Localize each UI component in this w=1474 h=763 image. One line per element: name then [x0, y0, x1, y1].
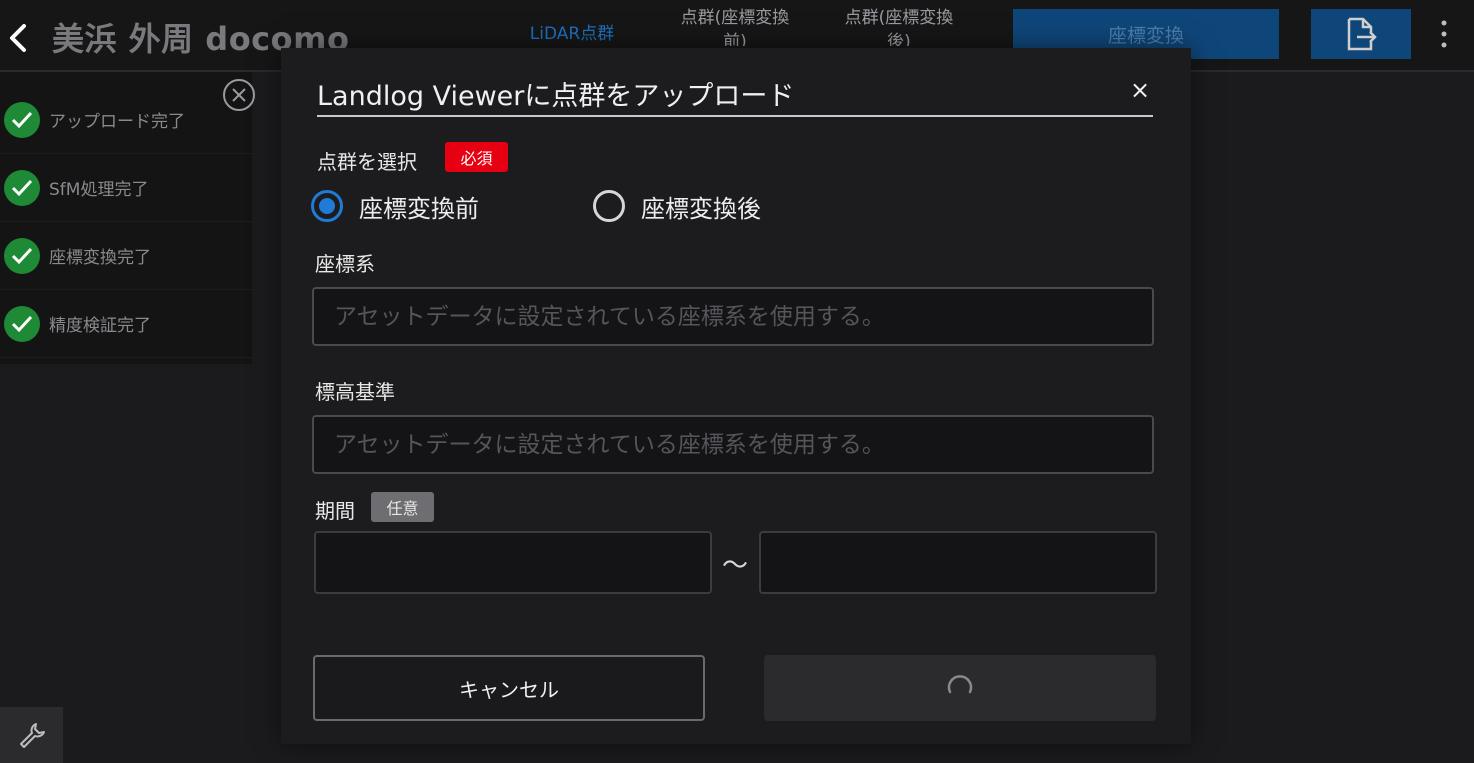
- crs-label: 座標系: [315, 252, 375, 276]
- check-circle-icon: [4, 237, 40, 274]
- tab-pointcloud-before[interactable]: 点群(座標変換前): [672, 6, 798, 46]
- required-badge: 必須: [445, 142, 508, 172]
- tools-button[interactable]: [0, 707, 63, 763]
- radio-selected-icon: [311, 190, 343, 222]
- pointcloud-select-label: 点群を選択: [317, 150, 417, 174]
- more-menu-button[interactable]: [1432, 16, 1456, 52]
- check-circle-icon: [4, 169, 40, 206]
- cancel-button[interactable]: キャンセル: [313, 655, 705, 721]
- status-item-sfm: SfM処理完了: [0, 154, 252, 222]
- period-end-input[interactable]: [759, 531, 1157, 594]
- status-label: アップロード完了: [49, 112, 185, 132]
- upload-dialog: Landlog Viewerに点群をアップロード × 点群を選択 必須 座標変換…: [281, 48, 1191, 744]
- period-separator: ～: [722, 551, 749, 581]
- status-item-coordinate: 座標変換完了: [0, 222, 252, 290]
- status-label: SfM処理完了: [49, 180, 149, 200]
- title-divider: [317, 115, 1153, 117]
- radio-unselected-icon: [593, 190, 625, 222]
- dialog-close-button[interactable]: ×: [1129, 78, 1151, 102]
- radio-before-conversion[interactable]: 座標変換前: [311, 188, 479, 224]
- check-circle-icon: [4, 305, 40, 342]
- dialog-title: Landlog Viewerに点群をアップロード: [317, 81, 795, 112]
- crs-input[interactable]: [312, 287, 1154, 346]
- coordinate-convert-label: 座標変換: [1107, 24, 1184, 47]
- upload-submit-button: [764, 655, 1156, 721]
- status-item-accuracy: 精度検証完了: [0, 290, 252, 358]
- wrench-icon: [19, 723, 45, 748]
- app-root: 美浜 外周 docomo LiDAR点群 点群(座標変換前) 点群(座標変換後)…: [0, 0, 1474, 763]
- radio-after-conversion[interactable]: 座標変換後: [593, 188, 761, 224]
- status-label: 精度検証完了: [49, 316, 151, 336]
- height-reference-label: 標高基準: [315, 380, 395, 404]
- tab-pointcloud-after[interactable]: 点群(座標変換後): [836, 6, 962, 46]
- status-item-upload: アップロード完了: [0, 86, 252, 154]
- height-reference-input[interactable]: [312, 415, 1154, 474]
- check-circle-icon: [4, 101, 40, 138]
- radio-before-label: 座標変換前: [359, 194, 479, 223]
- loading-spinner-icon: [947, 675, 973, 694]
- radio-after-label: 座標変換後: [641, 194, 761, 223]
- export-button[interactable]: [1311, 9, 1411, 59]
- back-button[interactable]: [4, 20, 30, 56]
- status-label: 座標変換完了: [49, 248, 151, 268]
- period-start-input[interactable]: [314, 531, 712, 594]
- kebab-menu-icon: [1441, 20, 1447, 48]
- processing-status-panel: アップロード完了 SfM処理完了 座標変換完了 精度検証完了: [0, 72, 255, 364]
- period-label: 期間: [315, 499, 355, 523]
- optional-badge: 任意: [371, 492, 434, 522]
- cancel-label: キャンセル: [459, 677, 559, 702]
- file-export-icon: [1347, 17, 1377, 51]
- chevron-left-icon: [10, 24, 26, 52]
